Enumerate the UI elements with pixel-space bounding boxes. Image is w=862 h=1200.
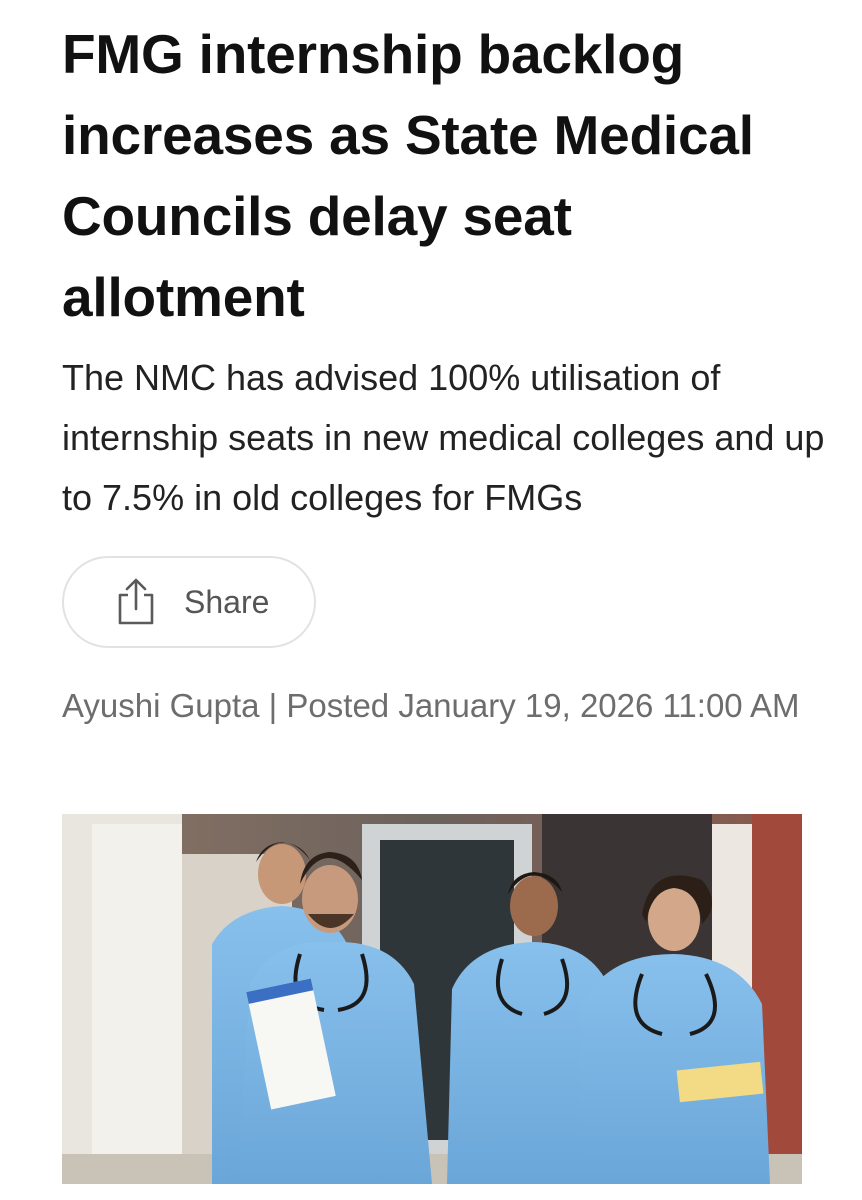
hero-image — [62, 814, 802, 1184]
share-label: Share — [184, 583, 270, 620]
article-subheadline: The NMC has advised 100% utilisation of … — [62, 357, 825, 518]
article-headline: FMG internship backlog increases as Stat… — [62, 23, 754, 328]
share-icon — [118, 578, 154, 625]
share-button[interactable]: Share — [62, 556, 316, 648]
article-byline: Ayushi Gupta | Posted January 19, 2026 1… — [62, 687, 800, 724]
